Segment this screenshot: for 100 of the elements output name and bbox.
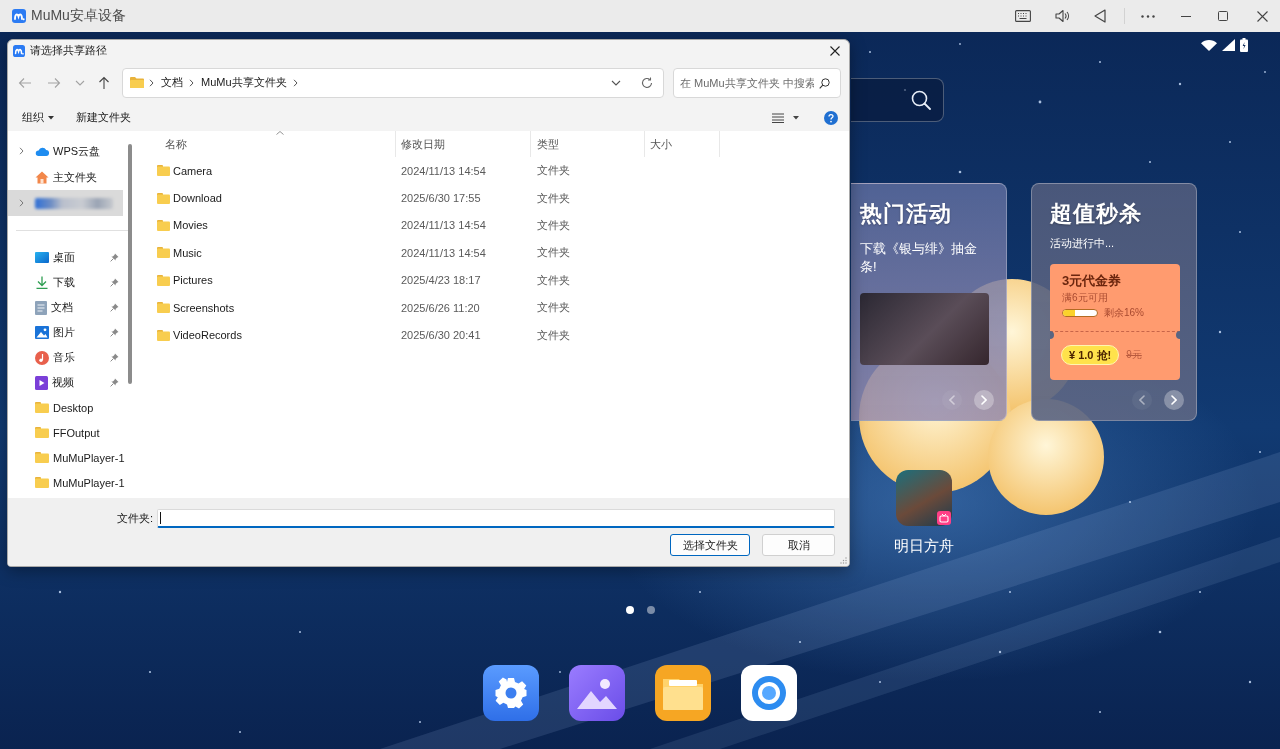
sidebar-item[interactable]: MuMuPlayer-1	[8, 470, 123, 495]
pin-icon[interactable]	[110, 378, 119, 387]
resize-grip-icon[interactable]	[840, 557, 847, 564]
next-button[interactable]	[1164, 390, 1184, 410]
file-row[interactable]: VideoRecords 2025/6/30 20:41 文件夹	[137, 321, 720, 349]
sort-caret-icon	[276, 131, 285, 135]
sidebar-item[interactable]: 桌面	[8, 245, 123, 270]
sidebar-item[interactable]: 音乐	[8, 345, 123, 370]
chevron-right-icon[interactable]	[18, 199, 24, 207]
file-row[interactable]: Camera 2024/11/13 14:54 文件夹	[137, 157, 720, 185]
folder-icon	[157, 274, 170, 286]
coupon-card[interactable]: 3元代金券 满6元可用 剩余16% ¥ 1.0 抢! 9元	[1050, 264, 1180, 380]
file-row[interactable]: Movies 2024/11/13 14:54 文件夹	[137, 211, 720, 240]
maximize-icon[interactable]	[1218, 11, 1228, 21]
pin-icon[interactable]	[110, 278, 119, 287]
sidebar-item[interactable]: 视频	[8, 370, 123, 395]
gallery-app-icon[interactable]	[569, 665, 625, 721]
folder-icon	[35, 477, 49, 488]
breadcrumb-link[interactable]: 文档	[161, 75, 183, 90]
sidebar-item[interactable]: 文档	[8, 295, 123, 320]
pin-icon[interactable]	[110, 328, 119, 337]
breadcrumb-link[interactable]: MuMu共享文件夹	[201, 75, 287, 90]
caret-icon[interactable]	[793, 115, 799, 120]
folder-icon	[35, 402, 49, 413]
browser-app-icon[interactable]	[741, 665, 797, 721]
file-name: Movies	[173, 219, 208, 232]
pin-icon[interactable]	[110, 303, 119, 312]
select-folder-button[interactable]: 选择文件夹	[670, 534, 750, 556]
chevron-right-icon[interactable]	[18, 147, 24, 155]
file-name: Camera	[173, 164, 213, 177]
pin-icon[interactable]	[110, 253, 119, 262]
address-bar[interactable]: 文档 MuMu共享文件夹	[122, 67, 664, 98]
folder-icon	[157, 219, 170, 231]
text-cursor-icon	[160, 512, 161, 524]
cancel-button[interactable]: 取消	[762, 534, 835, 556]
chevron-down-icon[interactable]	[611, 79, 621, 86]
picture-icon	[35, 326, 49, 339]
folder-icon	[35, 452, 49, 463]
file-name: VideoRecords	[173, 329, 242, 342]
scrollbar-thumb[interactable]	[128, 144, 132, 384]
file-row[interactable]: Pictures 2025/4/23 18:17 文件夹	[137, 266, 720, 294]
file-type-cell-text: 文件夹	[536, 272, 571, 288]
file-type-cell-text: 文件夹	[536, 190, 571, 206]
column-header[interactable]: 修改日期	[396, 131, 531, 157]
promo-card[interactable]: 超值秒杀 活动进行中... 3元代金券 满6元可用 剩余16% ¥ 1.0 抢! 9元	[1031, 183, 1197, 421]
file-row[interactable]: Screenshots 2025/6/26 11:20 文件夹	[137, 293, 720, 322]
sidebar-item[interactable]	[8, 190, 123, 216]
column-header[interactable]: 大小	[645, 131, 720, 157]
caret-icon[interactable]	[48, 115, 54, 120]
list-view-icon[interactable]	[772, 112, 784, 123]
card-title: 热门活动	[860, 201, 952, 227]
back-icon[interactable]	[1094, 9, 1106, 23]
column-header[interactable]: 类型	[531, 131, 645, 157]
document-icon	[35, 300, 47, 315]
video-icon	[35, 375, 48, 390]
close-icon[interactable]	[830, 45, 840, 56]
keyboard-icon[interactable]	[1015, 10, 1031, 22]
pin-icon[interactable]	[110, 353, 119, 362]
up-arrow-icon[interactable]	[98, 75, 110, 90]
signal-icon	[1222, 39, 1235, 51]
file-row[interactable]: Download 2025/6/30 17:55 文件夹	[137, 184, 720, 212]
file-name: Pictures	[173, 274, 213, 287]
help-icon[interactable]	[824, 110, 838, 125]
close-icon[interactable]	[1257, 10, 1268, 22]
cloud-icon	[35, 146, 49, 156]
organize-button[interactable]: 组织	[16, 106, 60, 129]
sidebar-item[interactable]: 下载	[8, 270, 123, 295]
folder-label: 文件夹:	[116, 511, 153, 526]
modified-date-cell-text: 2024/11/13 14:54	[400, 219, 487, 232]
chevron-right-icon[interactable]	[189, 78, 194, 87]
search-icon[interactable]	[819, 77, 830, 89]
chevron-right-icon[interactable]	[149, 78, 154, 87]
sidebar-item[interactable]: 主文件夹	[8, 164, 123, 190]
dialog-logo-icon	[13, 44, 25, 57]
refresh-icon[interactable]	[641, 76, 653, 89]
file-type-cell-text: 文件夹	[536, 217, 571, 233]
sidebar-item[interactable]: WPS云盘	[8, 138, 123, 164]
sidebar-item[interactable]: Desktop	[8, 395, 123, 420]
volume-icon[interactable]	[1055, 9, 1069, 23]
column-header[interactable]: 名称	[137, 131, 396, 157]
tv-badge-icon	[937, 511, 951, 525]
new-folder-button[interactable]: 新建文件夹	[70, 106, 137, 129]
settings-app-icon[interactable]	[483, 665, 539, 721]
modified-date-cell-text: 2025/4/23 18:17	[400, 274, 482, 287]
sidebar-item[interactable]: 图片	[8, 320, 123, 345]
sidebar-item[interactable]: FFOutput	[8, 420, 123, 445]
folder-name-field[interactable]	[157, 509, 835, 528]
file-type-cell-text: 文件夹	[536, 245, 571, 261]
search-bar[interactable]	[851, 78, 944, 122]
search-icon[interactable]	[911, 90, 931, 110]
chevron-right-icon[interactable]	[292, 78, 298, 87]
files-app-icon[interactable]	[655, 665, 711, 721]
buy-button[interactable]: ¥ 1.0 抢!	[1061, 345, 1120, 365]
app-icon[interactable]	[896, 470, 952, 526]
original-price: 9元	[1126, 348, 1142, 362]
file-type-cell-text: 文件夹	[536, 163, 571, 179]
minimize-icon[interactable]	[1181, 15, 1191, 17]
file-row[interactable]: Music 2024/11/13 14:54 文件夹	[137, 239, 720, 267]
more-icon[interactable]	[1141, 14, 1155, 18]
sidebar-item[interactable]: MuMuPlayer-1	[8, 445, 123, 470]
